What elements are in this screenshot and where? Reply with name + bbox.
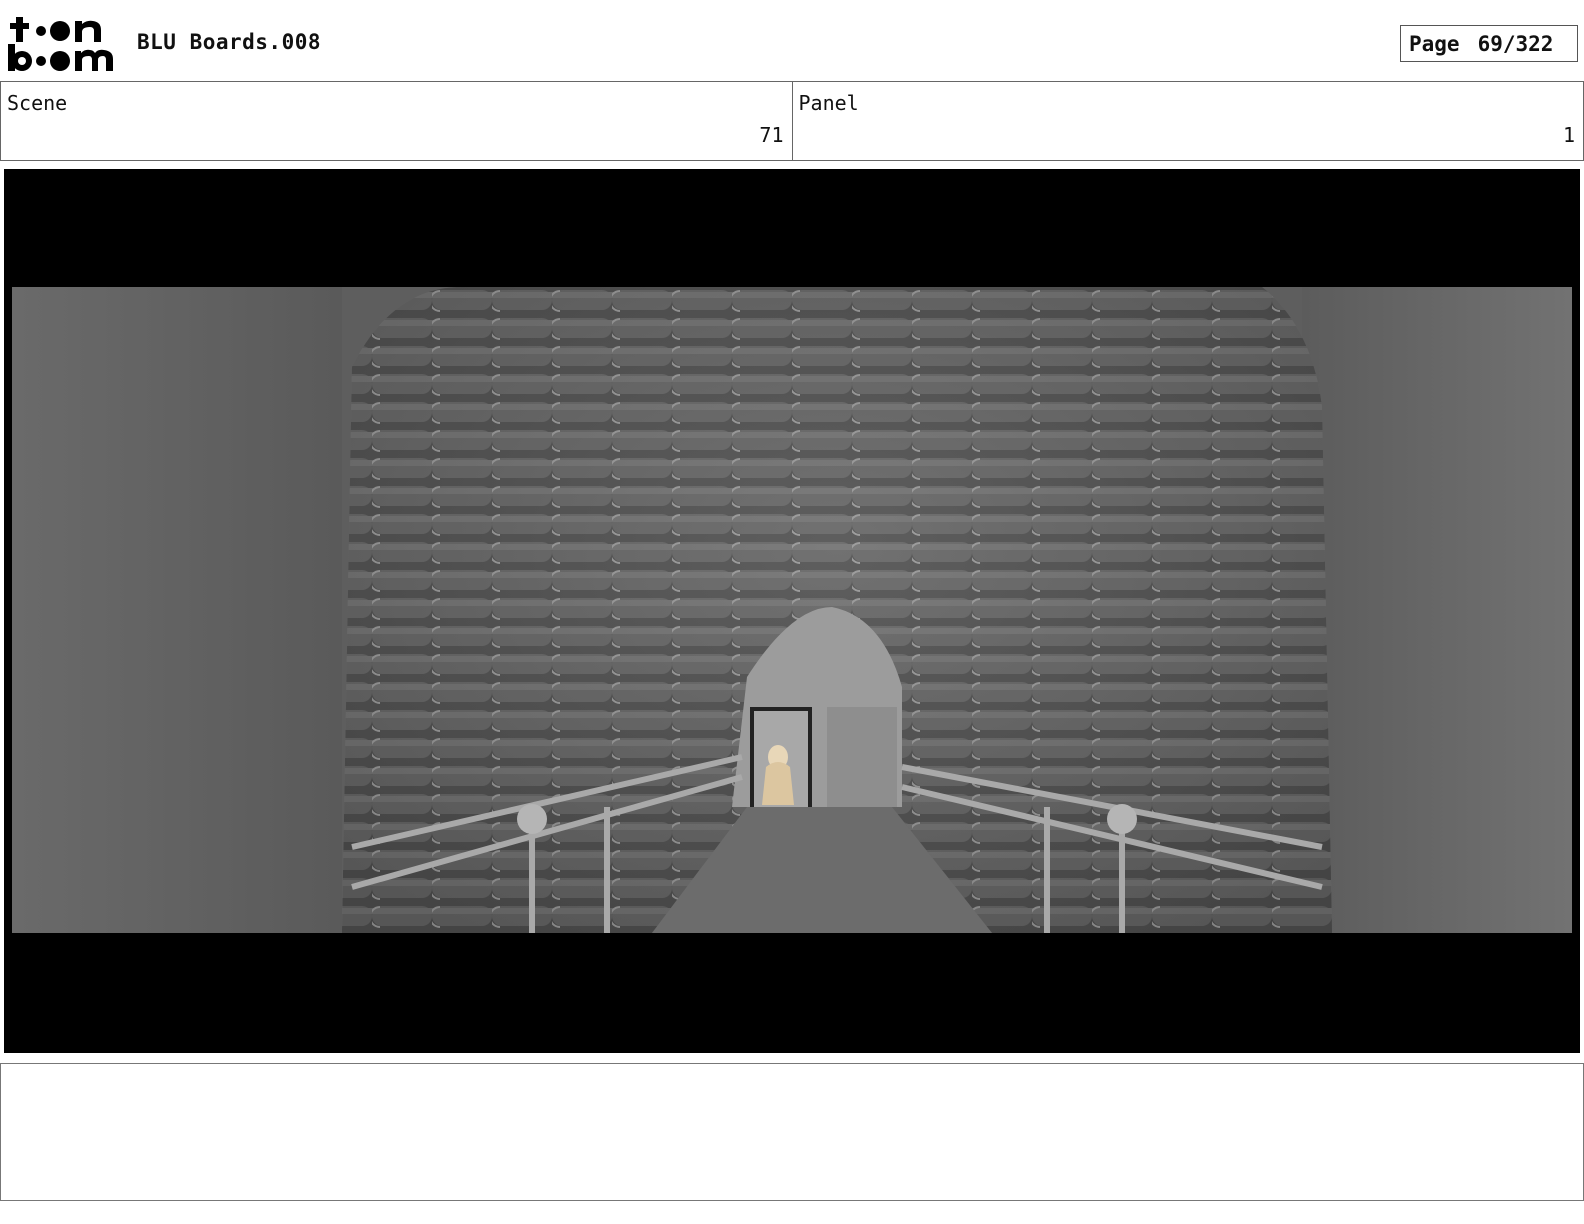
document-title: BLU Boards.008 xyxy=(137,30,322,54)
panel-label: Panel xyxy=(798,91,859,115)
tunnel-render-image xyxy=(12,287,1572,933)
page-label: Page xyxy=(1409,31,1460,56)
scene-cell: Scene 71 xyxy=(1,82,793,160)
panel-cell: Panel 1 xyxy=(793,82,1584,160)
toonboom-logo xyxy=(8,17,113,71)
storyboard-frame xyxy=(4,169,1580,1053)
panel-value: 1 xyxy=(1562,123,1575,147)
page-indicator: Page 69/322 xyxy=(1400,25,1578,62)
scene-panel-info: Scene 71 Panel 1 xyxy=(0,81,1584,161)
scene-value: 71 xyxy=(759,123,784,147)
notes-area[interactable] xyxy=(0,1063,1584,1201)
page-value: 69/322 xyxy=(1477,31,1554,56)
scene-label: Scene xyxy=(7,91,68,115)
